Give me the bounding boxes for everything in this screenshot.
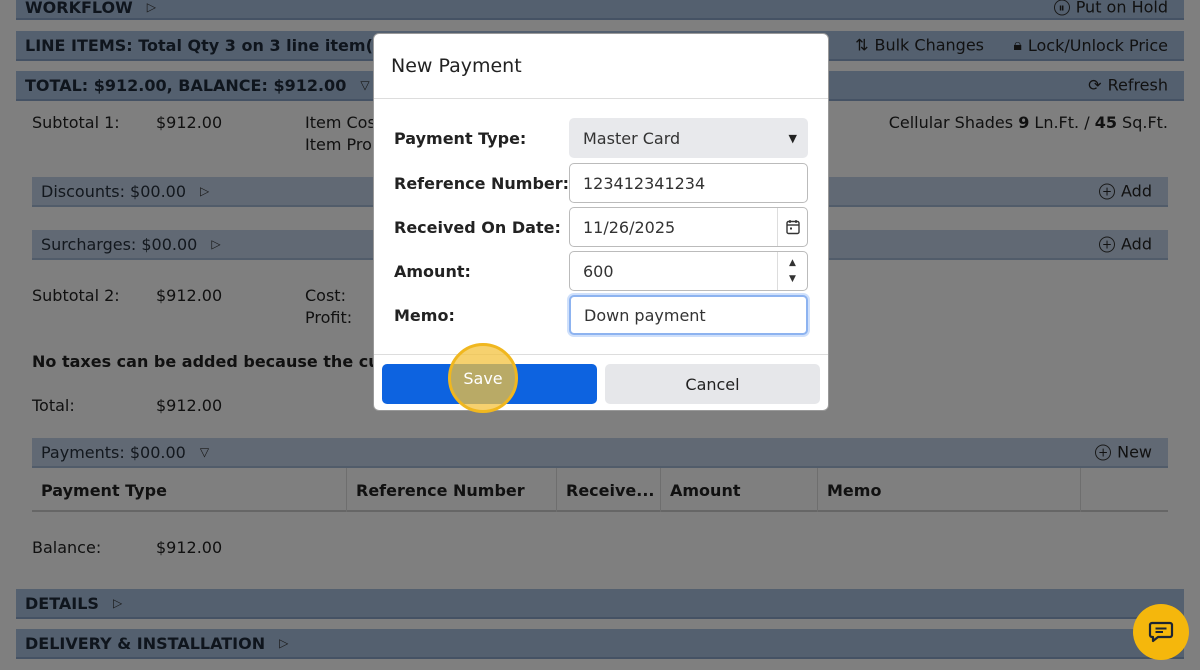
chat-button[interactable] [1133, 604, 1189, 660]
date-row: Received On Date: [394, 207, 570, 247]
reference-number-input[interactable]: 123412341234 [569, 163, 808, 203]
memo-input[interactable]: Down payment [569, 295, 808, 335]
amount-stepper[interactable]: ▲ ▼ [777, 252, 807, 290]
dialog-footer: Cancel [374, 354, 828, 410]
payment-type-label: Payment Type: [394, 128, 527, 148]
cancel-button[interactable]: Cancel [605, 364, 820, 404]
reference-number-label: Reference Number: [394, 173, 570, 193]
increment-icon[interactable]: ▲ [789, 258, 796, 268]
chat-icon [1148, 621, 1174, 643]
received-on-date-label: Received On Date: [394, 217, 561, 237]
memo-label: Memo: [394, 305, 455, 325]
received-on-date-input[interactable]: 11/26/2025 [569, 207, 808, 247]
calendar-icon[interactable] [777, 208, 807, 246]
amount-row: Amount: [394, 251, 570, 291]
amount-input[interactable]: 600 ▲ ▼ [569, 251, 808, 291]
decrement-icon[interactable]: ▼ [789, 274, 796, 284]
payment-type-select[interactable]: Master Card ▼ [569, 118, 808, 158]
new-payment-dialog: New Payment Payment Type: Master Card ▼ … [373, 33, 829, 411]
dialog-title: New Payment [374, 34, 828, 99]
save-button-label[interactable]: Save [448, 343, 518, 413]
memo-row: Memo: [394, 295, 570, 335]
dropdown-arrow-icon: ▼ [788, 131, 797, 145]
reference-row: Reference Number: [394, 163, 570, 203]
amount-label: Amount: [394, 261, 471, 281]
payment-type-row: Payment Type: [394, 118, 570, 158]
